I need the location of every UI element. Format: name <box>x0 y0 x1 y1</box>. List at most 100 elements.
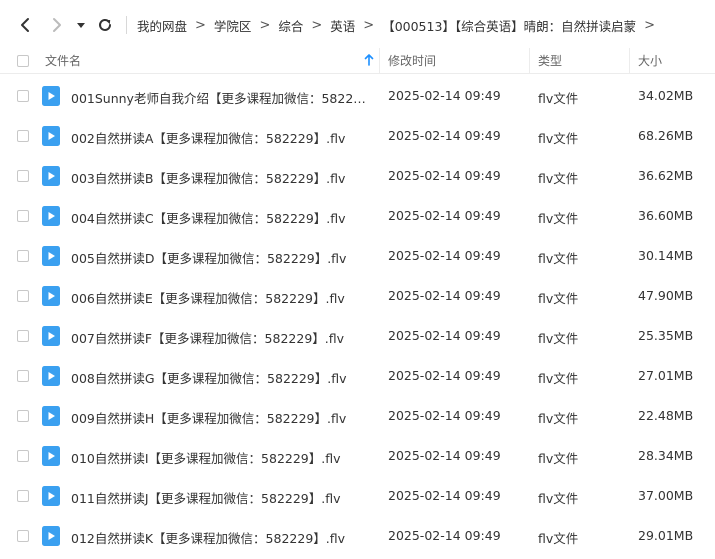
file-type: flv文件 <box>538 171 579 186</box>
file-size: 22.48MB <box>638 408 694 423</box>
column-header-mtime[interactable]: 修改时间 <box>388 52 436 69</box>
file-mtime: 2025-02-14 09:49 <box>388 408 501 423</box>
column-header-name[interactable]: 文件名 <box>45 52 81 69</box>
file-name[interactable]: 001Sunny老师自我介绍【更多课程加微信：582229】.flv <box>71 88 373 107</box>
breadcrumb-separator: > <box>644 17 656 33</box>
file-type: flv文件 <box>538 531 579 546</box>
file-row[interactable]: 007自然拼读F【更多课程加微信：582229】.flv 2025-02-14 0… <box>0 316 715 356</box>
breadcrumb: 我的网盘 > 学院区 > 综合 > 英语 > 【000513】【综合英语】晴朗：… <box>137 16 663 35</box>
video-file-icon <box>42 366 60 386</box>
file-name[interactable]: 005自然拼读D【更多课程加微信：582229】.flv <box>71 248 373 267</box>
file-size: 28.34MB <box>638 448 694 463</box>
breadcrumb-item[interactable]: 英语 <box>330 16 355 35</box>
file-row[interactable]: 001Sunny老师自我介绍【更多课程加微信：582229】.flv 2025-0… <box>0 76 715 116</box>
file-size: 25.35MB <box>638 328 694 343</box>
file-row[interactable]: 009自然拼读H【更多课程加微信：582229】.flv 2025-02-14 0… <box>0 396 715 436</box>
back-icon[interactable] <box>14 14 36 36</box>
file-type: flv文件 <box>538 371 579 386</box>
file-mtime: 2025-02-14 09:49 <box>388 368 501 383</box>
video-file-icon <box>42 246 60 266</box>
file-mtime: 2025-02-14 09:49 <box>388 488 501 503</box>
video-file-icon <box>42 126 60 146</box>
column-header-size[interactable]: 大小 <box>638 52 662 69</box>
file-name[interactable]: 006自然拼读E【更多课程加微信：582229】.flv <box>71 288 373 307</box>
row-checkbox[interactable] <box>17 130 29 142</box>
row-checkbox[interactable] <box>17 490 29 502</box>
file-row[interactable]: 008自然拼读G【更多课程加微信：582229】.flv 2025-02-14 0… <box>0 356 715 396</box>
file-name[interactable]: 012自然拼读K【更多课程加微信：582229】.flv <box>71 528 373 547</box>
file-mtime: 2025-02-14 09:49 <box>388 128 501 143</box>
file-size: 47.90MB <box>638 288 694 303</box>
file-mtime: 2025-02-14 09:49 <box>388 168 501 183</box>
file-mtime: 2025-02-14 09:49 <box>388 448 501 463</box>
breadcrumb-separator: > <box>363 17 375 33</box>
video-file-icon <box>42 326 60 346</box>
file-size: 30.14MB <box>638 248 694 263</box>
video-file-icon <box>42 446 60 466</box>
file-type: flv文件 <box>538 291 579 306</box>
select-all-checkbox[interactable] <box>17 54 29 67</box>
file-name[interactable]: 009自然拼读H【更多课程加微信：582229】.flv <box>71 408 373 427</box>
file-mtime: 2025-02-14 09:49 <box>388 248 501 263</box>
row-checkbox[interactable] <box>17 250 29 262</box>
column-divider[interactable] <box>379 48 380 74</box>
column-header: 文件名 修改时间 类型 大小 <box>0 48 715 74</box>
row-checkbox[interactable] <box>17 170 29 182</box>
video-file-icon <box>42 286 60 306</box>
file-row[interactable]: 004自然拼读C【更多课程加微信：582229】.flv 2025-02-14 0… <box>0 196 715 236</box>
row-checkbox[interactable] <box>17 330 29 342</box>
breadcrumb-item[interactable]: 学院区 <box>214 16 252 35</box>
file-size: 37.00MB <box>638 488 694 503</box>
file-name[interactable]: 002自然拼读A【更多课程加微信：582229】.flv <box>71 128 373 147</box>
toolbar-divider <box>126 16 127 34</box>
forward-icon[interactable] <box>46 14 68 36</box>
file-type: flv文件 <box>538 91 579 106</box>
file-row[interactable]: 005自然拼读D【更多课程加微信：582229】.flv 2025-02-14 0… <box>0 236 715 276</box>
row-checkbox[interactable] <box>17 210 29 222</box>
breadcrumb-item[interactable]: 我的网盘 <box>137 16 187 35</box>
breadcrumb-separator: > <box>311 17 323 33</box>
video-file-icon <box>42 166 60 186</box>
row-checkbox[interactable] <box>17 90 29 102</box>
file-size: 29.01MB <box>638 528 694 543</box>
row-checkbox[interactable] <box>17 530 29 542</box>
breadcrumb-current[interactable]: 【000513】【综合英语】晴朗：自然拼读启蒙 <box>382 16 636 35</box>
file-row[interactable]: 010自然拼读I【更多课程加微信：582229】.flv 2025-02-14 0… <box>0 436 715 476</box>
file-mtime: 2025-02-14 09:49 <box>388 528 501 543</box>
file-type: flv文件 <box>538 211 579 226</box>
history-dropdown-icon[interactable] <box>74 14 88 36</box>
refresh-icon[interactable] <box>94 14 116 36</box>
row-checkbox[interactable] <box>17 410 29 422</box>
video-file-icon <box>42 406 60 426</box>
file-type: flv文件 <box>538 131 579 146</box>
file-size: 36.62MB <box>638 168 694 183</box>
row-checkbox[interactable] <box>17 290 29 302</box>
file-name[interactable]: 008自然拼读G【更多课程加微信：582229】.flv <box>71 368 373 387</box>
column-divider[interactable] <box>529 48 530 74</box>
row-checkbox[interactable] <box>17 370 29 382</box>
file-row[interactable]: 002自然拼读A【更多课程加微信：582229】.flv 2025-02-14 0… <box>0 116 715 156</box>
file-name[interactable]: 011自然拼读J【更多课程加微信：582229】.flv <box>71 488 373 507</box>
file-size: 34.02MB <box>638 88 694 103</box>
file-name[interactable]: 004自然拼读C【更多课程加微信：582229】.flv <box>71 208 373 227</box>
file-name[interactable]: 003自然拼读B【更多课程加微信：582229】.flv <box>71 168 373 187</box>
column-divider[interactable] <box>629 48 630 74</box>
file-name[interactable]: 007自然拼读F【更多课程加微信：582229】.flv <box>71 328 373 347</box>
file-row[interactable]: 003自然拼读B【更多课程加微信：582229】.flv 2025-02-14 0… <box>0 156 715 196</box>
row-checkbox[interactable] <box>17 450 29 462</box>
video-file-icon <box>42 526 60 546</box>
file-type: flv文件 <box>538 251 579 266</box>
file-row[interactable]: 011自然拼读J【更多课程加微信：582229】.flv 2025-02-14 0… <box>0 476 715 516</box>
video-file-icon <box>42 486 60 506</box>
video-file-icon <box>42 86 60 106</box>
file-type: flv文件 <box>538 491 579 506</box>
file-mtime: 2025-02-14 09:49 <box>388 88 501 103</box>
file-mtime: 2025-02-14 09:49 <box>388 288 501 303</box>
breadcrumb-item[interactable]: 综合 <box>278 16 303 35</box>
file-row[interactable]: 006自然拼读E【更多课程加微信：582229】.flv 2025-02-14 0… <box>0 276 715 316</box>
file-name[interactable]: 010自然拼读I【更多课程加微信：582229】.flv <box>71 448 373 467</box>
column-header-type[interactable]: 类型 <box>538 52 562 69</box>
file-list: 001Sunny老师自我介绍【更多课程加微信：582229】.flv 2025-0… <box>0 76 715 556</box>
file-row[interactable]: 012自然拼读K【更多课程加微信：582229】.flv 2025-02-14 0… <box>0 516 715 556</box>
sort-asc-icon[interactable] <box>364 54 374 66</box>
